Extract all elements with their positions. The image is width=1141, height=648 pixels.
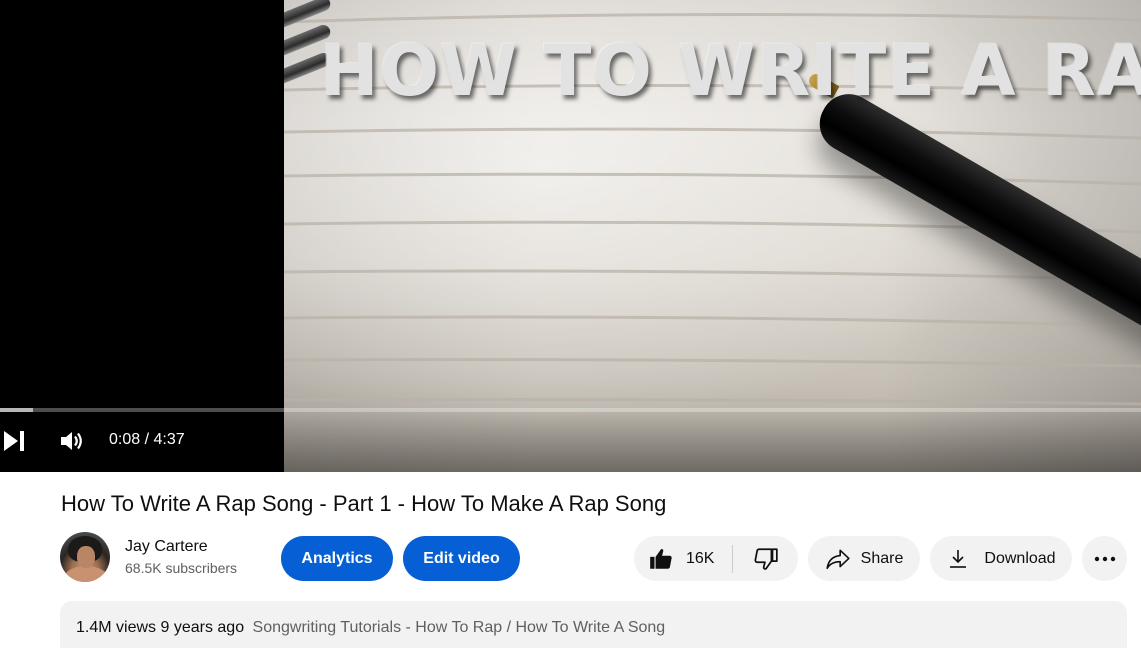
like-dislike-group: 16K (634, 536, 798, 581)
skip-next-icon (4, 431, 24, 451)
mute-button[interactable] (59, 428, 85, 454)
time-display: 0:08 / 4:37 (109, 431, 185, 448)
video-frame[interactable]: HOW TO WRITE A RAP (284, 0, 1141, 472)
channel-name-link[interactable]: Jay Cartere (125, 536, 237, 558)
view-count: 1.4M views (76, 619, 157, 636)
description-meta: 1.4M views 9 years ago Songwriting Tutor… (76, 619, 665, 637)
download-label: Download (984, 549, 1056, 567)
like-button[interactable]: 16K (634, 536, 732, 581)
edit-video-button[interactable]: Edit video (403, 536, 520, 581)
video-title: How To Write A Rap Song - Part 1 - How T… (61, 491, 667, 516)
next-video-button[interactable] (2, 428, 26, 454)
avatar-face (77, 546, 95, 568)
avatar-body (64, 566, 108, 582)
subscriber-count: 68.5K subscribers (125, 560, 238, 576)
channel-owner: Jay Cartere 68.5K subscribers (60, 532, 237, 582)
like-count: 16K (686, 549, 715, 567)
thumbs-up-icon (650, 548, 672, 569)
share-button[interactable]: Share (808, 536, 920, 581)
thumbnail-title-text: HOW TO WRITE A RAP (320, 30, 1141, 112)
description-tags[interactable]: Songwriting Tutorials - How To Rap / How… (253, 619, 666, 636)
download-button[interactable]: Download (930, 536, 1072, 581)
more-horizontal-icon (1094, 556, 1115, 561)
channel-info: Jay Cartere 68.5K subscribers (125, 536, 237, 578)
progress-bar-played (0, 408, 34, 412)
channel-avatar[interactable] (60, 532, 110, 582)
video-player[interactable]: HOW TO WRITE A RAP 0:08 / 4:37 (0, 0, 1141, 472)
thumbs-down-icon (753, 547, 778, 570)
share-label: Share (860, 549, 904, 567)
download-icon (950, 549, 967, 568)
more-actions-button[interactable] (1082, 536, 1127, 581)
dislike-button[interactable] (733, 536, 798, 581)
volume-icon (61, 432, 82, 450)
analytics-button[interactable]: Analytics (281, 536, 393, 581)
upload-age: 9 years ago (160, 619, 245, 636)
share-arrow-icon (825, 549, 850, 569)
description-box[interactable]: 1.4M views 9 years ago Songwriting Tutor… (60, 601, 1127, 648)
progress-bar[interactable] (0, 408, 1141, 412)
